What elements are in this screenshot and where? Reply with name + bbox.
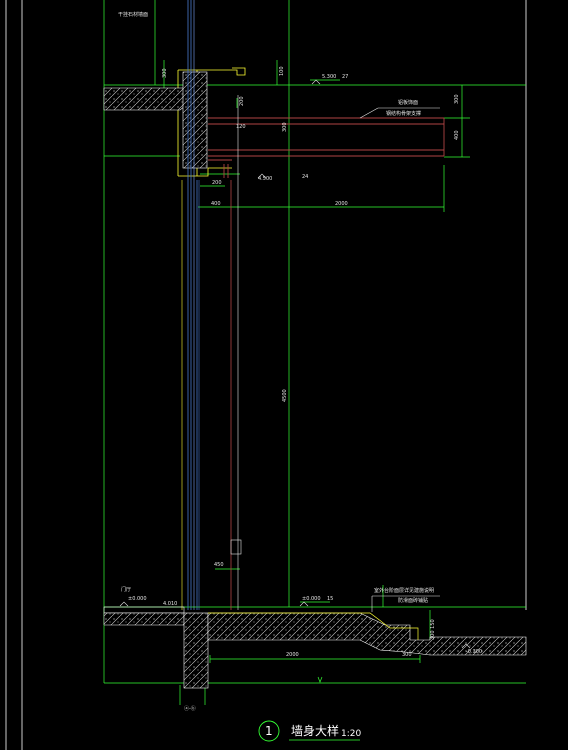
dim-2000-bottom: 2000 (286, 652, 299, 658)
detail-drawing: 干挂石材墙面 300 5.300 27 100 200 铝板饰面 钢结构骨架支撑… (5, 0, 527, 750)
level-markers (119, 79, 471, 649)
dim-200a: 200 (239, 96, 245, 106)
dim-450: 450 (214, 562, 224, 568)
level-top-note: 27 (342, 74, 348, 80)
note-line1: 室外台阶面层详见建施说明 (374, 587, 434, 594)
callout-line1: 铝板饰面 (398, 99, 418, 106)
dim-100: 100 (279, 66, 285, 76)
label-lobby: 门厅 (121, 586, 131, 593)
dim-400: 400 (454, 130, 460, 140)
dim-300: 300 (454, 94, 460, 104)
dim-300b: 300 (402, 652, 412, 658)
callout-line2: 钢结构骨架支撑 (386, 110, 421, 117)
level-ground: ±0.000 (302, 596, 321, 602)
column-lines (230, 95, 242, 610)
drawing-title: 1 墙身大样 1:20 (258, 720, 361, 742)
dim-2000-top: 2000 (335, 201, 348, 207)
dim-200b: 200 (212, 180, 222, 186)
level-mid-note: 24 (302, 174, 308, 180)
dim-right-vertical: 300 150 (430, 619, 436, 640)
label-room-top: 干挂石材墙面 (118, 11, 148, 18)
level-outdoor: -0.300 (466, 649, 482, 655)
upper-slab (103, 71, 208, 169)
dim-height: 4500 (282, 389, 288, 402)
level-mid: 4.500 (258, 176, 272, 182)
note-line2: 防滑面砖铺贴 (398, 597, 428, 604)
title-number: 1 (265, 724, 273, 738)
dim-400b: 400 (211, 201, 221, 207)
level-top: 5.300 (322, 74, 336, 80)
level-ground-note: 15 (327, 596, 333, 602)
dim-120: 120 (236, 124, 246, 130)
dim-left: 4.010 (163, 601, 177, 607)
title-name: 墙身大样 (291, 723, 339, 738)
level-lobby: ±0.000 (128, 596, 147, 602)
dim-top-vertical: 300 (162, 68, 168, 78)
title-scale: 1:20 (341, 729, 361, 739)
axis-label: ⓐ-ⓑ (184, 705, 196, 712)
dim-inner: 300 (282, 122, 288, 132)
